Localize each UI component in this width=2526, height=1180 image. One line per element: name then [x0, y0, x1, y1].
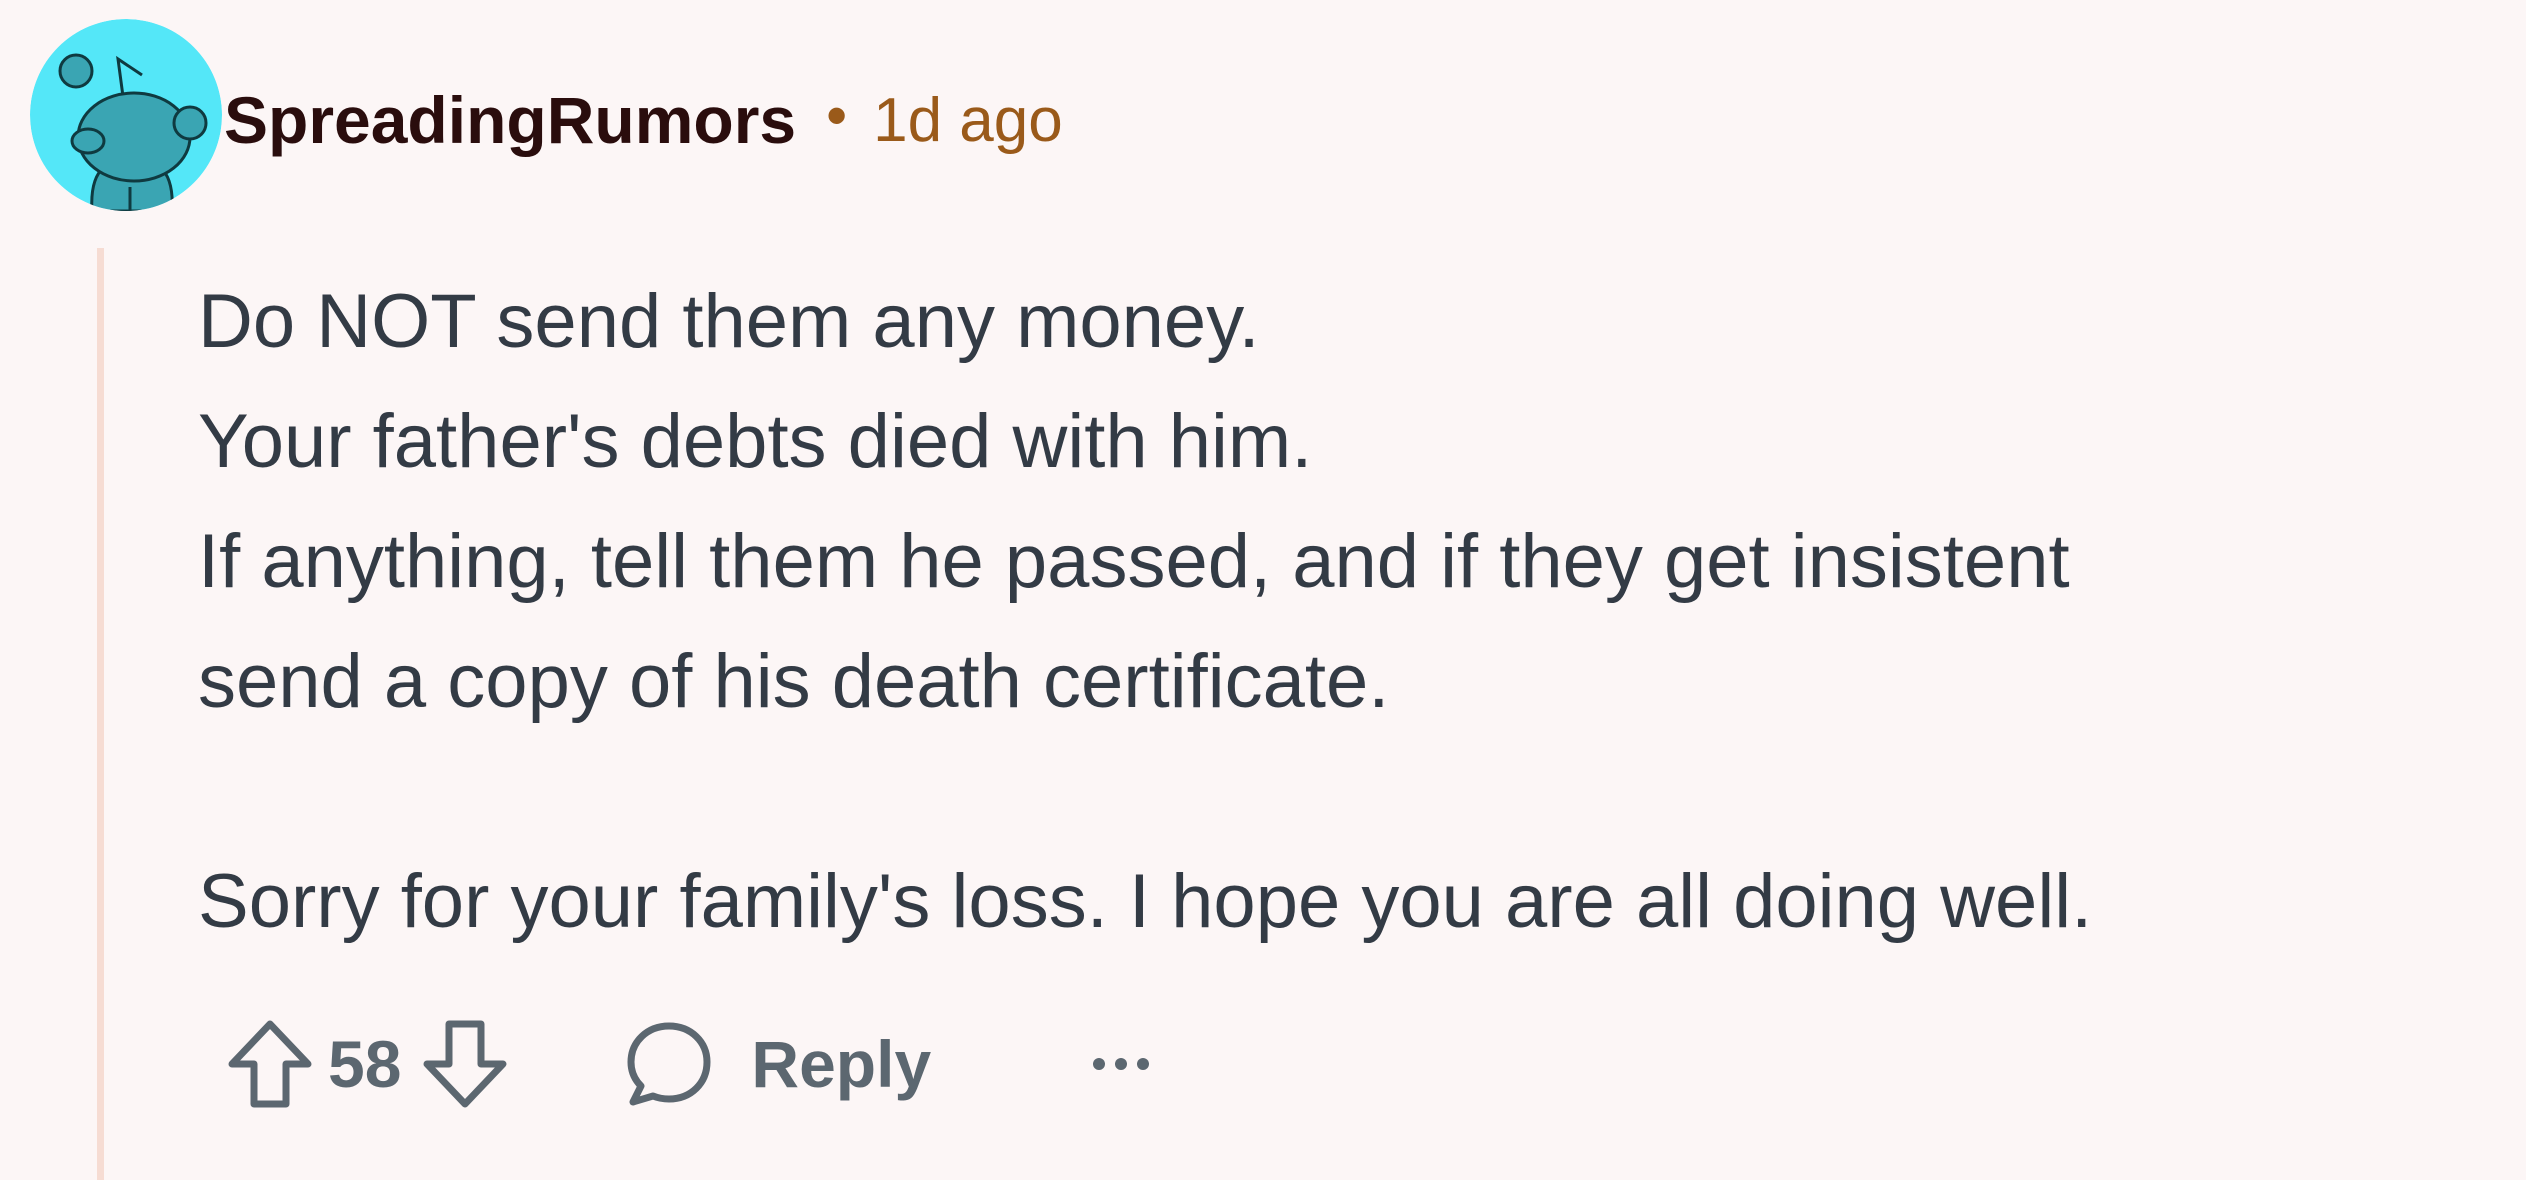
reply-label: Reply [751, 1027, 932, 1101]
upvote-button[interactable] [222, 1008, 318, 1120]
comment: SpreadingRumors • 1d ago Do NOT send the… [0, 0, 2526, 1180]
comment-line: Do NOT send them any money. [198, 279, 1260, 364]
vote-score: 58 [328, 1027, 402, 1101]
comment-line: If anything, tell them he passed, and if… [198, 519, 2070, 604]
comment-line: send a copy of his death certificate. [198, 639, 1390, 724]
more-options-button[interactable] [1081, 1008, 1161, 1120]
downvote-button[interactable] [417, 1008, 513, 1120]
snoo-avatar-icon [30, 19, 222, 211]
comment-line: Sorry for your family's loss. I hope you… [198, 859, 2093, 944]
comment-actions: 58 Reply [222, 1008, 1161, 1120]
arrow-up-icon [228, 1020, 312, 1108]
comment-header: SpreadingRumors • 1d ago [224, 72, 1063, 168]
thread-collapse-line[interactable] [97, 248, 104, 1180]
reply-button[interactable]: Reply [623, 1018, 931, 1110]
timestamp[interactable]: 1d ago [873, 85, 1063, 156]
username-link[interactable]: SpreadingRumors [224, 82, 796, 158]
arrow-down-icon [423, 1020, 507, 1108]
meta-separator: • [826, 82, 848, 149]
comment-line: Your father's debts died with him. [198, 399, 1313, 484]
user-avatar[interactable] [30, 19, 222, 211]
ellipsis-icon [1093, 1058, 1150, 1070]
speech-bubble-icon [627, 1022, 711, 1106]
comment-body: Do NOT send them any money. Your father'… [198, 262, 2458, 962]
